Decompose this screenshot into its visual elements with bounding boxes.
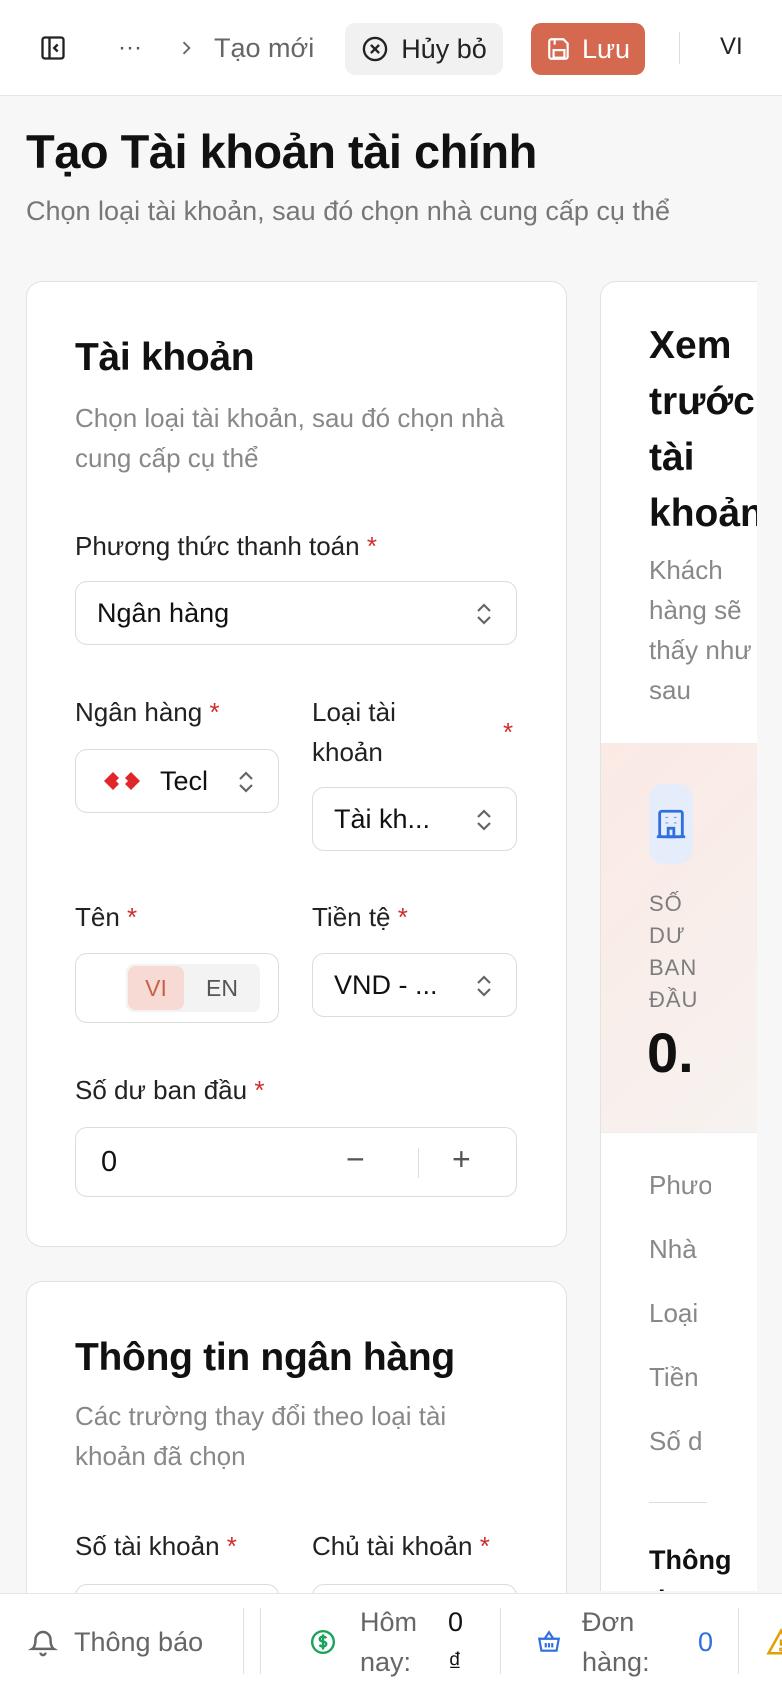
page-title: Tạo Tài khoản tài chính <box>26 125 537 178</box>
preview-title: Xem trước tài khoản <box>649 324 757 535</box>
close-circle-icon <box>362 36 388 62</box>
techcombank-logo-icon <box>104 772 140 790</box>
divider <box>260 1608 261 1674</box>
save-label: Lưu <box>581 33 631 64</box>
language-switch[interactable]: VI <box>720 33 743 61</box>
currency-value: VND - ... <box>334 969 438 1000</box>
save-icon <box>548 38 569 60</box>
card-title: Tài khoản <box>75 336 255 379</box>
preview-panel: Xem trước tài khoản Khách hàng sẽ thấy n… <box>600 281 757 1591</box>
account-type-value: Tài kh... <box>334 803 431 834</box>
preview-row-label: Phươ <box>649 1170 711 1200</box>
language-toggle: VI EN <box>126 964 260 1012</box>
notifications-button[interactable]: Thông báo <box>28 1620 203 1664</box>
chevron-up-down-icon <box>477 809 491 831</box>
currency-label: Tiền tệ * <box>312 902 408 932</box>
payment-method-select[interactable]: Ngân hàng <box>75 581 517 645</box>
opening-balance-value[interactable]: 0 <box>76 1146 117 1179</box>
preview-balance-value: 0. <box>647 1021 694 1084</box>
breadcrumb-current: Tạo mới <box>214 32 315 63</box>
payment-method-value: Ngân hàng <box>97 597 230 628</box>
currency-select[interactable]: VND - ... <box>312 953 517 1017</box>
basket-icon <box>537 1630 561 1652</box>
today-label: Hôm nay: <box>360 1607 418 1677</box>
preview-balance-label: SỐ DƯ BAN ĐẦU <box>649 891 699 1012</box>
sidebar-toggle-icon[interactable] <box>35 30 71 66</box>
breadcrumb-more[interactable]: ··· <box>118 30 142 66</box>
preview-row-label: Số d <box>649 1426 703 1456</box>
name-field[interactable]: VI EN <box>75 953 279 1023</box>
page-subtitle: Chọn loại tài khoản, sau đó chọn nhà cun… <box>26 196 670 226</box>
opening-balance-input[interactable]: 0 − + <box>75 1127 517 1197</box>
today-revenue: Hôm nay: 0 ₫ <box>310 1607 472 1677</box>
increment-button[interactable]: + <box>452 1141 471 1178</box>
dollar-circle-icon <box>310 1629 336 1655</box>
preview-row-label: Nhà <box>649 1234 697 1264</box>
account-card: Tài khoản Chọn loại tài khoản, sau đó ch… <box>26 281 567 1247</box>
divider <box>243 1608 244 1674</box>
name-input[interactable] <box>88 964 124 1012</box>
chevron-up-down-icon <box>477 975 491 997</box>
bank-select[interactable]: Tecl <box>75 749 279 813</box>
account-number-label: Số tài khoản * <box>75 1531 237 1561</box>
account-holder-label: Chủ tài khoản * <box>312 1531 490 1561</box>
bank-label: Ngân hàng * <box>75 697 220 727</box>
payment-method-label: Phương thức thanh toán * <box>75 531 377 561</box>
account-type-label: Loại tài khoản <box>312 697 396 767</box>
lang-en-toggle[interactable]: EN <box>192 966 252 1010</box>
bell-icon <box>28 1630 58 1657</box>
bank-value: Tecl <box>160 765 209 796</box>
chevron-up-down-icon <box>477 603 491 625</box>
cancel-button[interactable]: Hủy bỏ <box>345 23 503 75</box>
divider <box>738 1608 739 1674</box>
decrement-button[interactable]: − <box>346 1141 365 1178</box>
preview-section-title: Thông tin <box>649 1545 732 1591</box>
required-marker: * <box>503 717 514 747</box>
opening-balance-label: Số dư ban đầu * <box>75 1075 265 1105</box>
card-description: Các trường thay đổi theo loại tài khoản … <box>75 1401 447 1471</box>
card-title: Thông tin ngân hàng <box>75 1336 455 1379</box>
top-bar: ··· Tạo mới Hủy bỏ Lưu VI <box>0 0 782 96</box>
cancel-label: Hủy bỏ <box>401 33 487 64</box>
divider <box>500 1608 501 1674</box>
lang-vi-toggle[interactable]: VI <box>128 966 184 1010</box>
card-description: Chọn loại tài khoản, sau đó chọn nhà cun… <box>75 403 505 473</box>
chevron-right-icon <box>168 30 204 66</box>
bank-building-icon <box>649 784 693 864</box>
chevron-up-down-icon <box>239 771 253 793</box>
preview-card: Xem trước tài khoản Khách hàng sẽ thấy n… <box>600 281 757 1591</box>
today-value: 0 ₫ <box>448 1607 464 1677</box>
orders-label: Đơn hàng: <box>582 1607 650 1677</box>
preview-row-label: Tiền <box>649 1362 699 1392</box>
save-button[interactable]: Lưu <box>531 23 645 75</box>
preview-description: Khách hàng sẽ thấy như sau <box>649 555 752 705</box>
orders-summary[interactable]: Đơn hàng: 0 <box>536 1607 713 1677</box>
warning-icon[interactable] <box>766 1627 782 1657</box>
name-label: Tên * <box>75 902 138 932</box>
notifications-label: Thông báo <box>74 1626 204 1657</box>
preview-row-label: Loại <box>649 1298 699 1328</box>
account-type-select[interactable]: Tài kh... <box>312 787 517 851</box>
orders-value: 0 <box>698 1626 714 1657</box>
divider <box>649 1502 707 1503</box>
divider <box>679 32 680 64</box>
stepper-divider <box>418 1148 419 1178</box>
